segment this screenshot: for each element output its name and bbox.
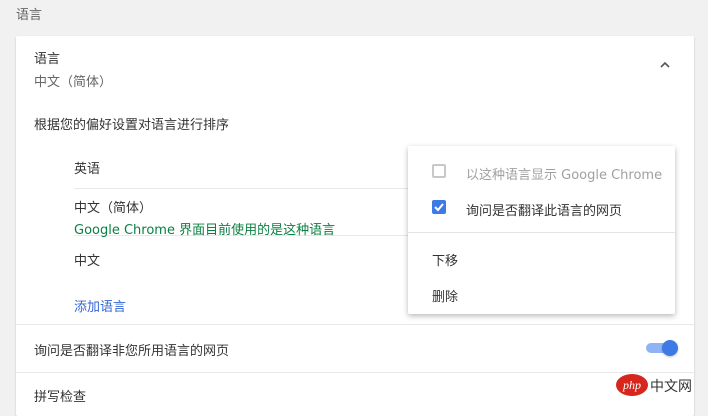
toggle-knob [662, 340, 678, 356]
watermark-site: 中文网 [650, 379, 692, 395]
chevron-up-icon[interactable] [660, 60, 670, 70]
language-name: 中文（简体） [74, 201, 153, 216]
menu-item-remove[interactable]: 删除 [408, 276, 675, 312]
divider [16, 372, 694, 373]
menu-item-label: 下移 [432, 254, 459, 269]
menu-item-label: 以这种语言显示 Google Chrome [466, 168, 663, 183]
checkbox-checked[interactable] [432, 200, 446, 214]
ask-translate-label: 询问是否翻译非您所用语言的网页 [34, 344, 230, 359]
divider [16, 324, 694, 325]
languages-title: 语言 [34, 52, 61, 67]
php-badge: php [616, 374, 648, 396]
section-title: 语言 [16, 8, 43, 23]
languages-subtitle: 中文（简体） [34, 75, 113, 90]
ask-translate-toggle[interactable] [646, 340, 678, 356]
order-description: 根据您的偏好设置对语言进行排序 [34, 118, 230, 133]
menu-separator [408, 232, 675, 233]
menu-item-label: 询问是否翻译此语言的网页 [466, 204, 623, 219]
check-icon [434, 203, 444, 212]
menu-item-move-down[interactable]: 下移 [408, 240, 675, 276]
menu-item-label: 删除 [432, 290, 459, 305]
add-language-link[interactable]: 添加语言 [74, 296, 126, 315]
language-name: 中文 [74, 254, 101, 269]
spellcheck-label[interactable]: 拼写检查 [34, 386, 86, 405]
language-name: 英语 [74, 162, 101, 177]
language-context-menu: 以这种语言显示 Google Chrome 询问是否翻译此语言的网页 下移 删除 [408, 146, 675, 314]
checkbox[interactable] [432, 164, 446, 178]
watermark-logo: php 中文网 [616, 372, 702, 402]
languages-header[interactable]: 语言 中文（简体） [34, 48, 112, 90]
menu-item-offer-translate[interactable]: 询问是否翻译此语言的网页 [408, 190, 675, 226]
menu-item-display-in-language[interactable]: 以这种语言显示 Google Chrome [408, 154, 675, 190]
